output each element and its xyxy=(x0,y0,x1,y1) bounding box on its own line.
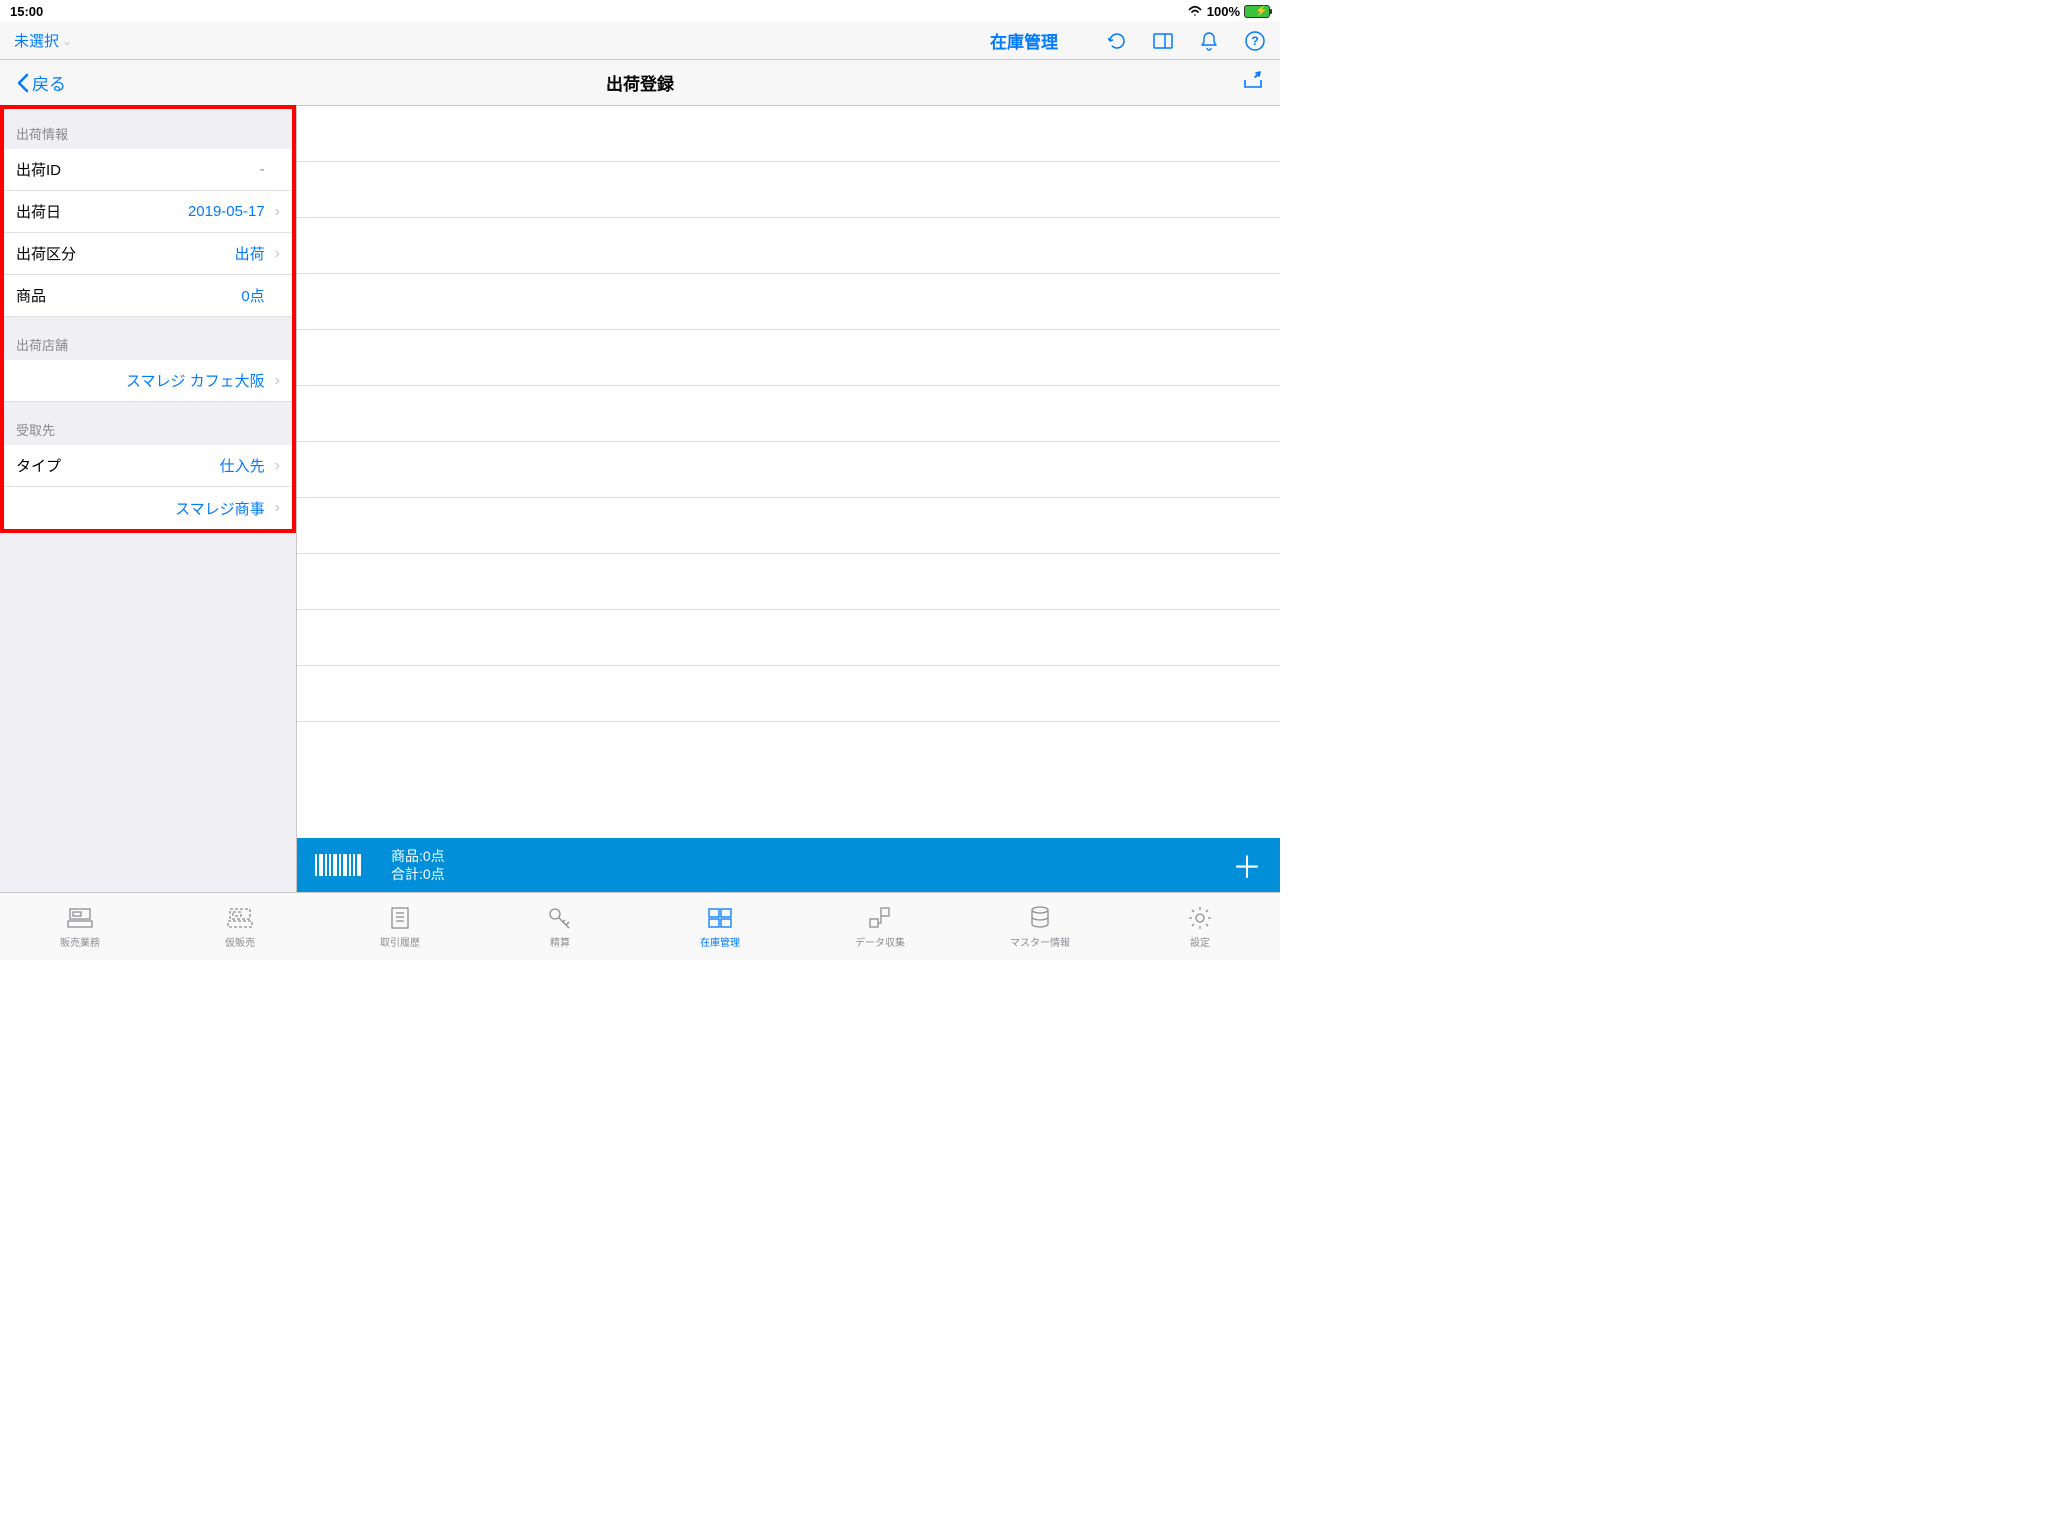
nav-main: 未選択 ⌄ 在庫管理 ? xyxy=(0,22,1280,60)
tab-settlement[interactable]: 精算 xyxy=(480,893,640,960)
list-row xyxy=(297,666,1280,722)
chevron-right-icon: › xyxy=(275,457,280,475)
section-header-recipient: 受取先 xyxy=(4,402,292,445)
chevron-down-icon: ⌄ xyxy=(62,34,72,48)
label-recipient-type: タイプ xyxy=(16,455,61,476)
status-time: 15:00 xyxy=(10,4,43,19)
document-icon xyxy=(386,904,414,932)
help-icon[interactable]: ? xyxy=(1244,30,1266,52)
list-row xyxy=(297,218,1280,274)
value-item: 0点 xyxy=(241,285,264,306)
value-ship-store: スマレジ カフェ大阪 xyxy=(126,370,265,391)
cell-recipient-name[interactable]: スマレジ商事 › xyxy=(4,487,292,529)
summary-bar: 商品:0点 合計:0点 ＋ xyxy=(297,838,1280,892)
value-ship-id: - xyxy=(260,161,265,178)
value-ship-date: 2019-05-17 xyxy=(188,203,265,220)
share-icon[interactable] xyxy=(1242,70,1264,95)
chevron-right-icon: › xyxy=(275,372,280,390)
inventory-icon xyxy=(706,904,734,932)
database-icon xyxy=(1026,904,1054,932)
page-title: 出荷登録 xyxy=(606,70,674,95)
status-bar: 15:00 100% ⚡ xyxy=(0,0,1280,22)
tab-history[interactable]: 取引履歴 xyxy=(320,893,480,960)
cell-ship-id: 出荷ID -› xyxy=(4,149,292,191)
highlight-annotation: 出荷情報 出荷ID -› 出荷日 2019-05-17› 出荷区分 出荷› 商品… xyxy=(0,106,296,533)
nav-sub: 戻る 出荷登録 xyxy=(0,60,1280,106)
list-row xyxy=(297,106,1280,162)
tab-label: 精算 xyxy=(550,934,570,949)
barcode-icon[interactable] xyxy=(315,854,361,876)
cell-ship-store[interactable]: スマレジ カフェ大阪 › xyxy=(4,360,292,402)
selector-dropdown[interactable]: 未選択 ⌄ xyxy=(14,30,72,51)
split-view-icon[interactable] xyxy=(1152,30,1174,52)
value-recipient-type: 仕入先 xyxy=(220,455,265,476)
cell-item-count[interactable]: 商品 0点› xyxy=(4,275,292,317)
label-ship-date: 出荷日 xyxy=(16,201,61,222)
back-button[interactable]: 戻る xyxy=(16,70,66,95)
status-right: 100% ⚡ xyxy=(1187,4,1270,19)
cell-ship-type[interactable]: 出荷区分 出荷 › xyxy=(4,233,292,275)
tab-inventory[interactable]: 在庫管理 xyxy=(640,893,800,960)
back-label: 戻る xyxy=(32,70,66,95)
chevron-right-icon: › xyxy=(275,245,280,263)
chevron-left-icon xyxy=(16,73,30,93)
list-row xyxy=(297,498,1280,554)
value-recipient-name: スマレジ商事 xyxy=(175,498,265,519)
list-row xyxy=(297,162,1280,218)
selector-label: 未選択 xyxy=(14,30,59,51)
wifi-icon xyxy=(1187,4,1203,19)
svg-text:?: ? xyxy=(1251,34,1258,48)
list-row xyxy=(297,274,1280,330)
refresh-icon[interactable] xyxy=(1106,30,1128,52)
register-dashed-icon xyxy=(226,904,254,932)
list-row xyxy=(297,442,1280,498)
detail-area: 商品:0点 合計:0点 ＋ xyxy=(297,106,1280,892)
tab-label: 仮販売 xyxy=(225,934,255,949)
cell-ship-date[interactable]: 出荷日 2019-05-17 › xyxy=(4,191,292,233)
tab-label: 設定 xyxy=(1190,934,1210,949)
value-ship-type: 出荷 xyxy=(235,243,265,264)
list-row xyxy=(297,554,1280,610)
cell-recipient-type[interactable]: タイプ 仕入先 › xyxy=(4,445,292,487)
tab-label: 販売業務 xyxy=(60,934,100,949)
register-icon xyxy=(66,904,94,932)
side-panel: 出荷情報 出荷ID -› 出荷日 2019-05-17› 出荷区分 出荷› 商品… xyxy=(0,106,297,892)
section-header-shipinfo: 出荷情報 xyxy=(4,106,292,149)
tab-provisional[interactable]: 仮販売 xyxy=(160,893,320,960)
label-ship-type: 出荷区分 xyxy=(16,243,76,264)
tab-label: 在庫管理 xyxy=(700,934,740,949)
tab-settings[interactable]: 設定 xyxy=(1120,893,1280,960)
data-collect-icon xyxy=(866,904,894,932)
gear-icon xyxy=(1186,904,1214,932)
list-row xyxy=(297,610,1280,666)
app-title: 在庫管理 xyxy=(990,28,1058,53)
key-icon xyxy=(546,904,574,932)
chevron-right-icon: › xyxy=(275,499,280,517)
add-button[interactable]: ＋ xyxy=(1232,843,1262,887)
section-header-shipstore: 出荷店舗 xyxy=(4,317,292,360)
label-ship-id: 出荷ID xyxy=(16,159,61,180)
summary-line2: 合計:0点 xyxy=(391,865,445,883)
tab-master[interactable]: マスター情報 xyxy=(960,893,1120,960)
battery-icon: ⚡ xyxy=(1244,5,1270,18)
bell-icon[interactable] xyxy=(1198,30,1220,52)
list-row xyxy=(297,330,1280,386)
summary-line1: 商品:0点 xyxy=(391,847,445,865)
tab-label: 取引履歴 xyxy=(380,934,420,949)
tab-sales[interactable]: 販売業務 xyxy=(0,893,160,960)
tab-label: マスター情報 xyxy=(1010,934,1070,949)
tab-label: データ収集 xyxy=(855,934,905,949)
label-item: 商品 xyxy=(16,285,46,306)
empty-list xyxy=(297,106,1280,838)
battery-percent: 100% xyxy=(1207,4,1240,19)
tab-data[interactable]: データ収集 xyxy=(800,893,960,960)
list-row xyxy=(297,386,1280,442)
chevron-right-icon: › xyxy=(275,203,280,221)
tab-bar: 販売業務 仮販売 取引履歴 精算 在庫管理 データ収集 マスター情報 設定 xyxy=(0,892,1280,960)
